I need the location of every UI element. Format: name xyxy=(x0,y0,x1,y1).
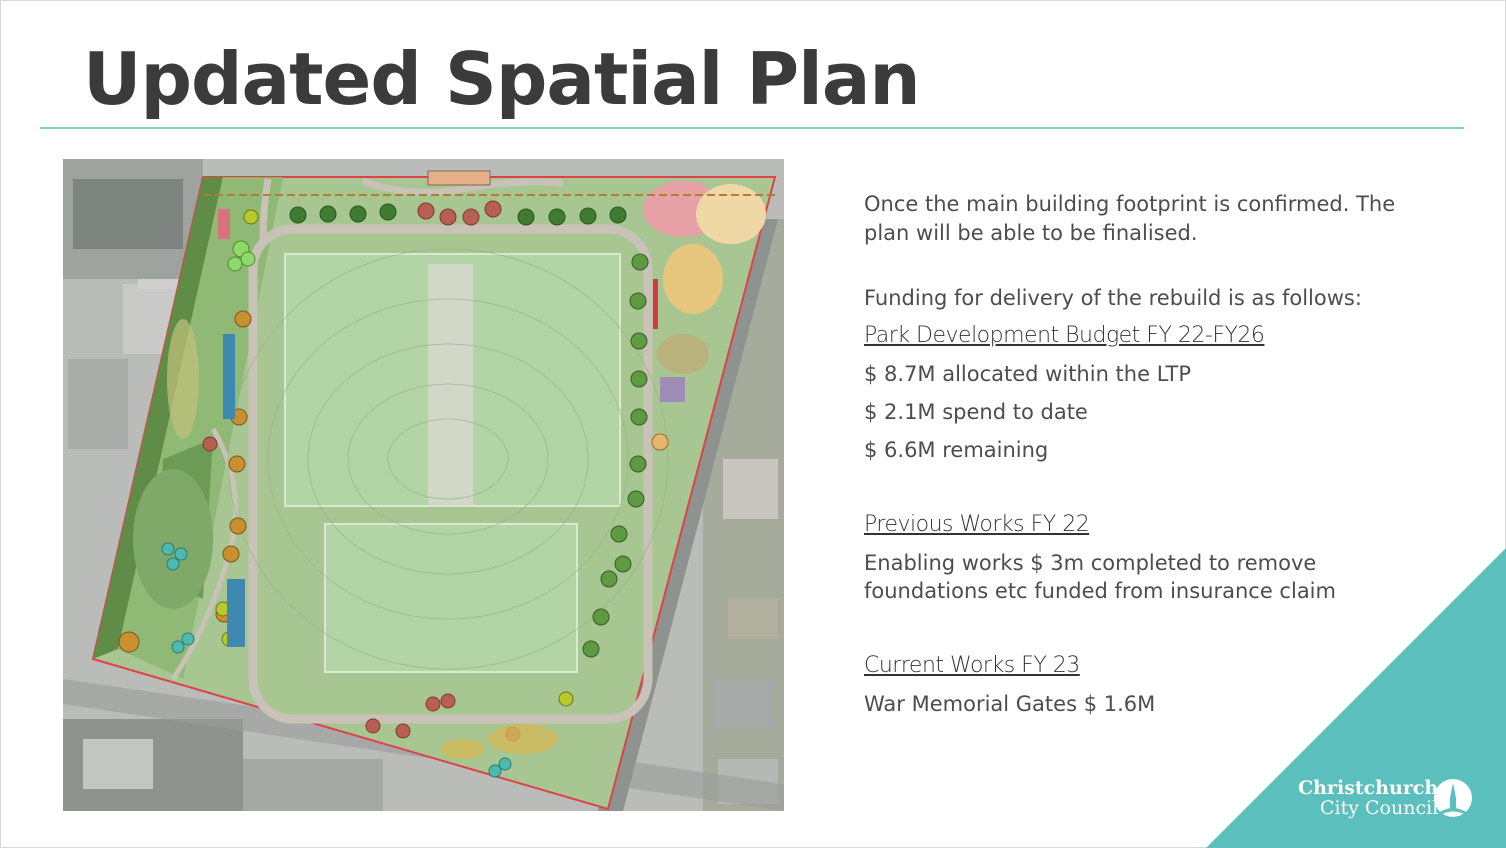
current-works-line-1: War Memorial Gates $ 1.6M xyxy=(864,692,1156,716)
budget-item-spend: $ 2.1M spend to date xyxy=(864,400,1088,424)
logo-line-2: City Council xyxy=(1320,797,1439,819)
intro-line-1: Once the main building footprint is conf… xyxy=(864,192,1396,216)
budget-item-remaining: $ 6.6M remaining xyxy=(864,438,1049,462)
intro-line-2: plan will be able to be finalised. xyxy=(864,221,1198,245)
budget-heading: Park Development Budget FY 22-FY26 xyxy=(864,323,1265,348)
site-plan-map xyxy=(63,159,784,811)
previous-works-heading: Previous Works FY 22 xyxy=(864,512,1090,537)
budget-item-allocated: $ 8.7M allocated within the LTP xyxy=(864,362,1191,386)
council-logo-text: Christchurch City Council xyxy=(1298,778,1438,818)
funding-intro: Funding for delivery of the rebuild is a… xyxy=(864,286,1362,310)
current-works-heading: Current Works FY 23 xyxy=(864,653,1080,678)
previous-works-line-2: foundations etc funded from insurance cl… xyxy=(864,579,1336,603)
title-divider xyxy=(40,127,1464,129)
slide-title: Updated Spatial Plan xyxy=(83,37,921,121)
previous-works-line-1: Enabling works $ 3m completed to remove xyxy=(864,551,1317,575)
cathedral-logo-icon xyxy=(1434,779,1472,817)
logo-line-1: Christchurch xyxy=(1298,777,1439,799)
